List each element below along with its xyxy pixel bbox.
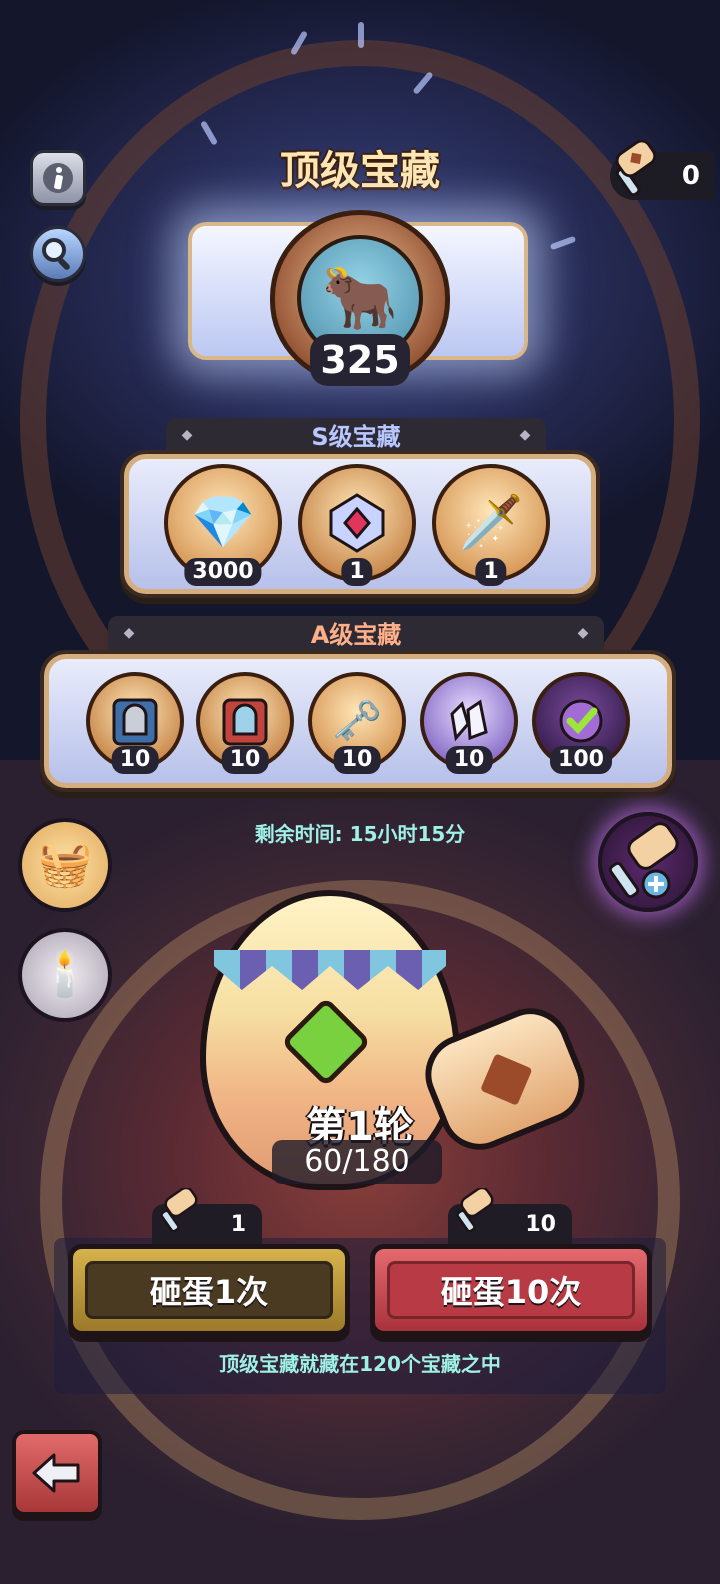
smash-ten-button[interactable]: 砸蛋10次 (370, 1244, 652, 1336)
search-button[interactable] (30, 226, 86, 282)
smash-once-button[interactable]: 砸蛋1次 (68, 1244, 350, 1336)
s-reward-badge[interactable]: 1 (298, 464, 416, 586)
candle-icon: 🕯️ (37, 949, 93, 1000)
a-reward-red-book[interactable]: 10 (196, 672, 294, 774)
smash-one-cost: 1 (152, 1188, 262, 1244)
reward-qty: 10 (221, 746, 269, 774)
gift-basket-icon: 🧺 (37, 839, 93, 890)
hammer-icon (160, 1188, 198, 1233)
reward-qty: 3000 (184, 558, 262, 586)
key-scroll-icon: 🗝️ (332, 698, 382, 744)
treasure-hint: 顶级宝藏就藏在120个宝藏之中 (219, 1352, 501, 1376)
hammer-icon (615, 140, 657, 197)
hammer-icon (456, 1188, 494, 1233)
s-tier-label: S级宝藏 (311, 423, 401, 451)
a-tier-label: A级宝藏 (310, 621, 402, 649)
reward-qty: 1 (341, 558, 373, 586)
reward-qty: 10 (333, 746, 381, 774)
s-reward-ssr[interactable]: 🗡️ 1 (432, 464, 550, 586)
hammer-plus-icon (608, 822, 679, 899)
a-reward-key[interactable]: 🗝️ 10 (308, 672, 406, 774)
top-prize-count: 325 (310, 334, 410, 386)
reward-qty: 10 (111, 746, 159, 774)
buy-hammer-button[interactable] (598, 812, 698, 912)
crystal-badge-icon (329, 493, 385, 553)
hammer-count-value: 0 (681, 161, 700, 191)
a-tier-header: ◆ A级宝藏 ◆ (108, 616, 604, 652)
magnifier-icon (42, 238, 70, 270)
back-button[interactable] (12, 1430, 102, 1516)
a-reward-check-orb[interactable]: 100 (532, 672, 630, 774)
red-helmet-book-icon (222, 698, 268, 746)
round-progress: 60/180 (272, 1140, 442, 1184)
decor-diamond-icon: ◆ (123, 625, 135, 641)
pink-diamond-icon: 💎 (190, 493, 256, 553)
s-tier-header: ◆ S级宝藏 ◆ (166, 418, 546, 454)
smash-once-label: 砸蛋1次 (149, 1273, 269, 1311)
candle-button[interactable]: 🕯️ (18, 928, 112, 1022)
smash-ten-label: 砸蛋10次 (440, 1273, 582, 1311)
a-reward-blue-book[interactable]: 10 (86, 672, 184, 774)
back-arrow-icon (32, 1453, 80, 1493)
reward-qty: 1 (475, 558, 507, 586)
a-reward-crystals[interactable]: 10 (420, 672, 518, 774)
decor-diamond-icon: ◆ (577, 625, 589, 641)
smash-ten-cost-value: 10 (525, 1212, 556, 1237)
decor-diamond-icon: ◆ (181, 427, 193, 443)
reward-qty: 100 (550, 746, 612, 774)
smash-one-cost-value: 1 (230, 1212, 246, 1237)
reward-qty: 10 (445, 746, 493, 774)
gift-basket-button[interactable]: 🧺 (18, 818, 112, 912)
decor-diamond-icon: ◆ (519, 427, 531, 443)
ssr-sword-dice-icon: 🗡️ (458, 493, 524, 553)
s-reward-diamond[interactable]: 💎 3000 (164, 464, 282, 586)
smash-ten-cost: 10 (448, 1188, 572, 1244)
purple-check-orb-icon (559, 699, 603, 743)
crystal-shards-icon (450, 699, 488, 742)
sparkle-icon (358, 22, 364, 48)
blue-helmet-book-icon (112, 698, 158, 746)
